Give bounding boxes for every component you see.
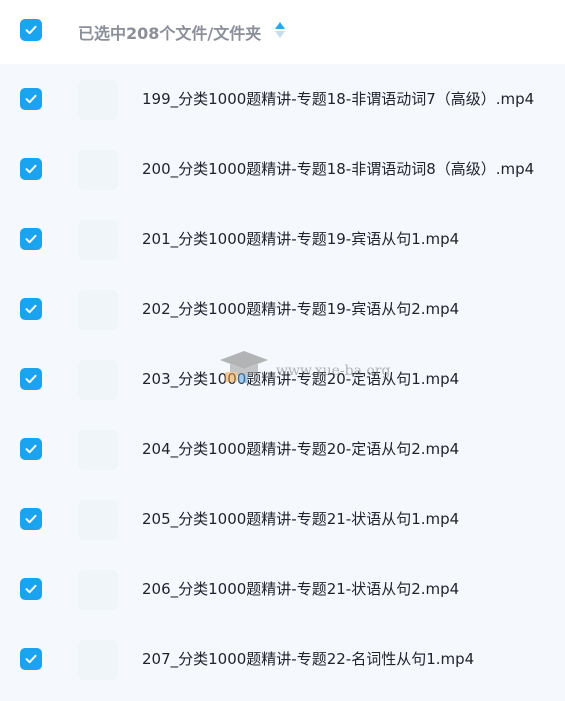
file-name: 206_分类1000题精讲-专题21-状语从句2.mp4 <box>142 580 460 598</box>
file-name: 199_分类1000题精讲-专题18-非谓语动词7（高级）.mp4 <box>142 90 535 108</box>
file-list: 199_分类1000题精讲-专题18-非谓语动词7（高级）.mp4 200_分类… <box>0 64 565 701</box>
check-icon <box>25 94 37 104</box>
sort-icon[interactable] <box>274 21 286 39</box>
video-file-icon <box>78 500 118 540</box>
file-row[interactable]: 207_分类1000题精讲-专题22-名词性从句1.mp4 <box>0 624 565 694</box>
video-file-icon <box>78 290 118 330</box>
file-checkbox[interactable] <box>20 298 42 320</box>
check-icon <box>25 164 37 174</box>
selection-count-label: 已选中208个文件/文件夹 <box>78 24 262 43</box>
video-file-icon <box>78 80 118 120</box>
file-row[interactable]: 203_分类1000题精讲-专题20-定语从句1.mp4 <box>0 344 565 414</box>
file-row[interactable]: 206_分类1000题精讲-专题21-状语从句2.mp4 <box>0 554 565 624</box>
check-icon <box>25 444 37 454</box>
file-name: 200_分类1000题精讲-专题18-非谓语动词8（高级）.mp4 <box>142 160 535 178</box>
select-all-checkbox[interactable] <box>20 19 42 41</box>
video-file-icon <box>78 150 118 190</box>
check-icon <box>25 514 37 524</box>
file-name: 201_分类1000题精讲-专题19-宾语从句1.mp4 <box>142 230 460 248</box>
file-checkbox[interactable] <box>20 88 42 110</box>
file-checkbox[interactable] <box>20 578 42 600</box>
file-row[interactable]: 205_分类1000题精讲-专题21-状语从句1.mp4 <box>0 484 565 554</box>
check-icon <box>25 374 37 384</box>
file-name: 207_分类1000题精讲-专题22-名词性从句1.mp4 <box>142 650 475 668</box>
video-file-icon <box>78 220 118 260</box>
file-row[interactable]: 199_分类1000题精讲-专题18-非谓语动词7（高级）.mp4 <box>0 64 565 134</box>
check-icon <box>25 25 37 35</box>
video-file-icon <box>78 640 118 680</box>
file-checkbox[interactable] <box>20 648 42 670</box>
file-row[interactable]: 202_分类1000题精讲-专题19-宾语从句2.mp4 <box>0 274 565 344</box>
file-checkbox[interactable] <box>20 508 42 530</box>
file-row[interactable]: 204_分类1000题精讲-专题20-定语从句2.mp4 <box>0 414 565 484</box>
check-icon <box>25 654 37 664</box>
file-name: 204_分类1000题精讲-专题20-定语从句2.mp4 <box>142 440 460 458</box>
selection-header: 已选中208个文件/文件夹 <box>0 0 565 64</box>
video-file-icon <box>78 430 118 470</box>
check-icon <box>25 584 37 594</box>
file-row[interactable]: 200_分类1000题精讲-专题18-非谓语动词8（高级）.mp4 <box>0 134 565 204</box>
file-checkbox[interactable] <box>20 158 42 180</box>
check-icon <box>25 234 37 244</box>
video-file-icon <box>78 360 118 400</box>
file-name: 205_分类1000题精讲-专题21-状语从句1.mp4 <box>142 510 460 528</box>
video-file-icon <box>78 570 118 610</box>
file-checkbox[interactable] <box>20 228 42 250</box>
check-icon <box>25 304 37 314</box>
file-row[interactable]: 201_分类1000题精讲-专题19-宾语从句1.mp4 <box>0 204 565 274</box>
file-checkbox[interactable] <box>20 438 42 460</box>
file-name: 203_分类1000题精讲-专题20-定语从句1.mp4 <box>142 370 460 388</box>
file-checkbox[interactable] <box>20 368 42 390</box>
file-name: 202_分类1000题精讲-专题19-宾语从句2.mp4 <box>142 300 460 318</box>
